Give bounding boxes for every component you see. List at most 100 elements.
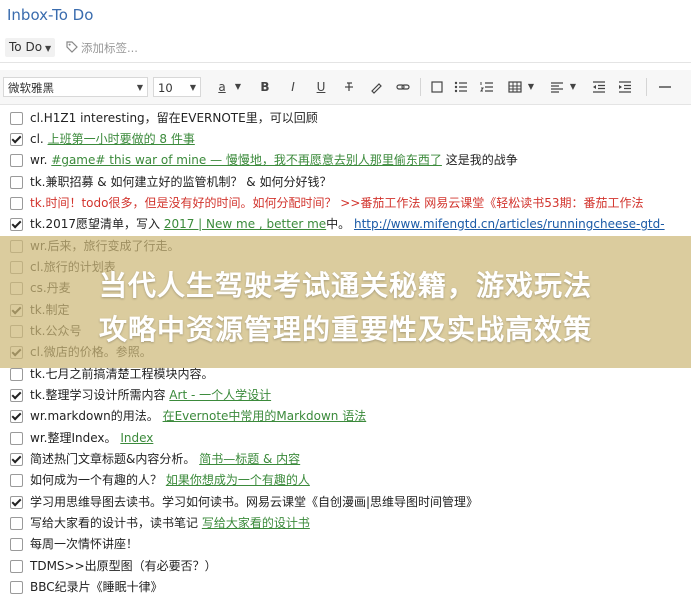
item-link[interactable]: Index <box>120 431 153 445</box>
align-button[interactable] <box>548 79 566 95</box>
checklist-item: 写给大家看的设计书，读书笔记 写给大家看的设计书 <box>0 513 691 534</box>
checkbox-checked[interactable] <box>10 389 23 402</box>
item-text-segment: BBC纪录片《睡眠十律》 <box>30 580 163 594</box>
checkbox-unchecked[interactable] <box>10 432 23 445</box>
outdent-icon <box>593 81 605 93</box>
item-link[interactable]: Art - 一个人学设计 <box>169 388 271 402</box>
item-link[interactable]: 在Evernote中常用的Markdown 语法 <box>163 409 367 423</box>
font-size-select[interactable]: 10 ▼ <box>153 77 201 97</box>
table-icon <box>508 81 522 93</box>
checklist-item: tk.2017愿望清单，写入 2017 | New me , better me… <box>0 214 691 235</box>
add-tag-input[interactable]: 添加标签... <box>81 40 138 56</box>
bullet-list-button[interactable] <box>452 79 470 95</box>
checkbox-checked[interactable] <box>10 218 23 231</box>
item-text-segment: TDMS>>出原型图（有必要否？） <box>30 559 217 573</box>
item-text-segment: 这是我的战争 <box>441 153 518 167</box>
checkbox-checked[interactable] <box>10 453 23 466</box>
checklist-item: 如何成为一个有趣的人？ 如果你想成为一个有趣的人 <box>0 470 691 491</box>
item-text-segment: cl. <box>30 132 48 146</box>
item-text-segment: cl.H1Z1 interesting，留在EVERNOTE里，可以回顾 <box>30 111 318 125</box>
bold-button[interactable]: B <box>257 79 273 95</box>
table-button[interactable] <box>506 79 524 95</box>
item-text[interactable]: BBC纪录片《睡眠十律》 <box>30 577 163 598</box>
font-family-select[interactable]: 微软雅黑 ▼ <box>3 77 148 97</box>
align-left-icon <box>551 82 563 93</box>
outdent-button[interactable] <box>590 79 608 95</box>
checkbox-unchecked[interactable] <box>10 112 23 125</box>
checkbox-checked[interactable] <box>10 496 23 509</box>
item-text[interactable]: wr. #game# this war of mine — 慢慢地，我不再愿意去… <box>30 150 518 171</box>
strikethrough-icon <box>345 82 353 91</box>
item-text[interactable]: wr.整理Index。 Index <box>30 428 153 449</box>
checkbox-unchecked[interactable] <box>10 474 23 487</box>
tag-icon <box>66 41 78 53</box>
checkbox-button[interactable] <box>428 79 446 95</box>
font-family-value: 微软雅黑 <box>8 81 54 95</box>
highlighter-icon <box>371 83 382 94</box>
checkbox-unchecked[interactable] <box>10 197 23 210</box>
indent-icon <box>619 81 631 93</box>
checkbox-unchecked[interactable] <box>10 538 23 551</box>
item-text[interactable]: TDMS>>出原型图（有必要否？） <box>30 556 217 577</box>
checkbox-checked[interactable] <box>10 133 23 146</box>
item-link[interactable]: http://www.mifengtd.cn/articles/runningc… <box>354 217 665 231</box>
bullet-list-icon <box>454 81 467 93</box>
item-text[interactable]: 简述热门文章标题&内容分析。 简书—标题 & 内容 <box>30 449 300 470</box>
checkbox-unchecked[interactable] <box>10 517 23 530</box>
checkbox-unchecked[interactable] <box>10 368 23 381</box>
chevron-down-icon[interactable]: ▼ <box>568 79 578 95</box>
item-text-segment: 如何成为一个有趣的人？ <box>30 473 166 487</box>
item-text-segment: 写给大家看的设计书，读书笔记 <box>30 516 202 530</box>
horizontal-rule-icon <box>659 86 671 88</box>
underline-button[interactable]: U <box>313 79 329 95</box>
item-text-segment: wr. <box>30 153 52 167</box>
checkbox-unchecked[interactable] <box>10 176 23 189</box>
item-text[interactable]: 每周一次情怀讲座！ <box>30 534 138 555</box>
strikethrough-button[interactable] <box>340 79 358 95</box>
chevron-down-icon: ▼ <box>136 83 143 92</box>
item-text[interactable]: tk.时间！todo很多，但是没有好的时间。如何分配时间？ >>番茄工作法 网易… <box>30 193 644 214</box>
italic-button[interactable]: I <box>285 79 301 95</box>
item-text[interactable]: tk.2017愿望清单，写入 2017 | New me , better me… <box>30 214 665 235</box>
font-size-value: 10 <box>158 81 173 95</box>
item-link[interactable]: 2017 | New me , better me <box>164 217 326 231</box>
item-text[interactable]: 学习用思维导图去读书。学习如何读书。网易云课堂《自创漫画|思维导图时间管理》 <box>30 492 478 513</box>
tag-bar: To Do ▼ 添加标签... <box>0 34 691 63</box>
checkbox-unchecked[interactable] <box>10 560 23 573</box>
item-text[interactable]: tk.整理学习设计所需内容 Art - 一个人学设计 <box>30 385 271 406</box>
checklist-item: cl.H1Z1 interesting，留在EVERNOTE里，可以回顾 <box>0 108 691 129</box>
item-text-segment: tk.七月之前搞清楚工程模块内容。 <box>30 367 214 381</box>
chevron-down-icon[interactable]: ▼ <box>233 79 243 95</box>
item-link[interactable]: 写给大家看的设计书 <box>202 516 310 530</box>
link-button[interactable] <box>394 79 412 95</box>
item-text[interactable]: cl.H1Z1 interesting，留在EVERNOTE里，可以回顾 <box>30 108 318 129</box>
item-text-segment: tk.2017愿望清单，写入 <box>30 217 164 231</box>
text-color-button[interactable]: a <box>213 79 231 95</box>
checkbox-unchecked[interactable] <box>10 581 23 594</box>
chevron-down-icon[interactable]: ▼ <box>526 79 536 95</box>
item-text-segment: 中。 <box>326 217 354 231</box>
horizontal-rule-button[interactable] <box>656 79 674 95</box>
checkbox-checked[interactable] <box>10 410 23 423</box>
highlight-button[interactable] <box>368 79 386 95</box>
toolbar-divider <box>420 78 421 96</box>
link-icon <box>396 84 410 90</box>
item-text[interactable]: wr.markdown的用法。 在Evernote中常用的Markdown 语法 <box>30 406 366 427</box>
item-link[interactable]: 上班第一小时要做的 8 件事 <box>48 132 195 146</box>
item-link[interactable]: 如果你想成为一个有趣的人 <box>166 473 310 487</box>
item-text-segment: tk.时间！todo很多，但是没有好的时间。如何分配时间？ >>番茄工作法 网易… <box>30 196 644 210</box>
checklist-item: TDMS>>出原型图（有必要否？） <box>0 556 691 577</box>
item-link[interactable]: #game# this war of mine — 慢慢地，我不再愿意去别人那里… <box>51 153 442 167</box>
item-text[interactable]: cl. 上班第一小时要做的 8 件事 <box>30 129 195 150</box>
numbered-list-button[interactable] <box>478 79 496 95</box>
overlay-banner: 当代人生驾驶考试通关秘籍，游戏玩法 攻略中资源管理的重要性及实战高效策 <box>0 236 691 368</box>
item-link[interactable]: 简书—标题 & 内容 <box>199 452 300 466</box>
item-text[interactable]: tk.兼职招募 & 如何建立好的监管机制？ & 如何分好钱？ <box>30 172 331 193</box>
checklist-item: 学习用思维导图去读书。学习如何读书。网易云课堂《自创漫画|思维导图时间管理》 <box>0 492 691 513</box>
checkbox-unchecked[interactable] <box>10 154 23 167</box>
item-text[interactable]: 写给大家看的设计书，读书笔记 写给大家看的设计书 <box>30 513 310 534</box>
note-title[interactable]: Inbox-To Do <box>7 6 93 24</box>
item-text[interactable]: 如何成为一个有趣的人？ 如果你想成为一个有趣的人 <box>30 470 310 491</box>
indent-button[interactable] <box>616 79 634 95</box>
notebook-select[interactable]: To Do ▼ <box>5 38 56 57</box>
